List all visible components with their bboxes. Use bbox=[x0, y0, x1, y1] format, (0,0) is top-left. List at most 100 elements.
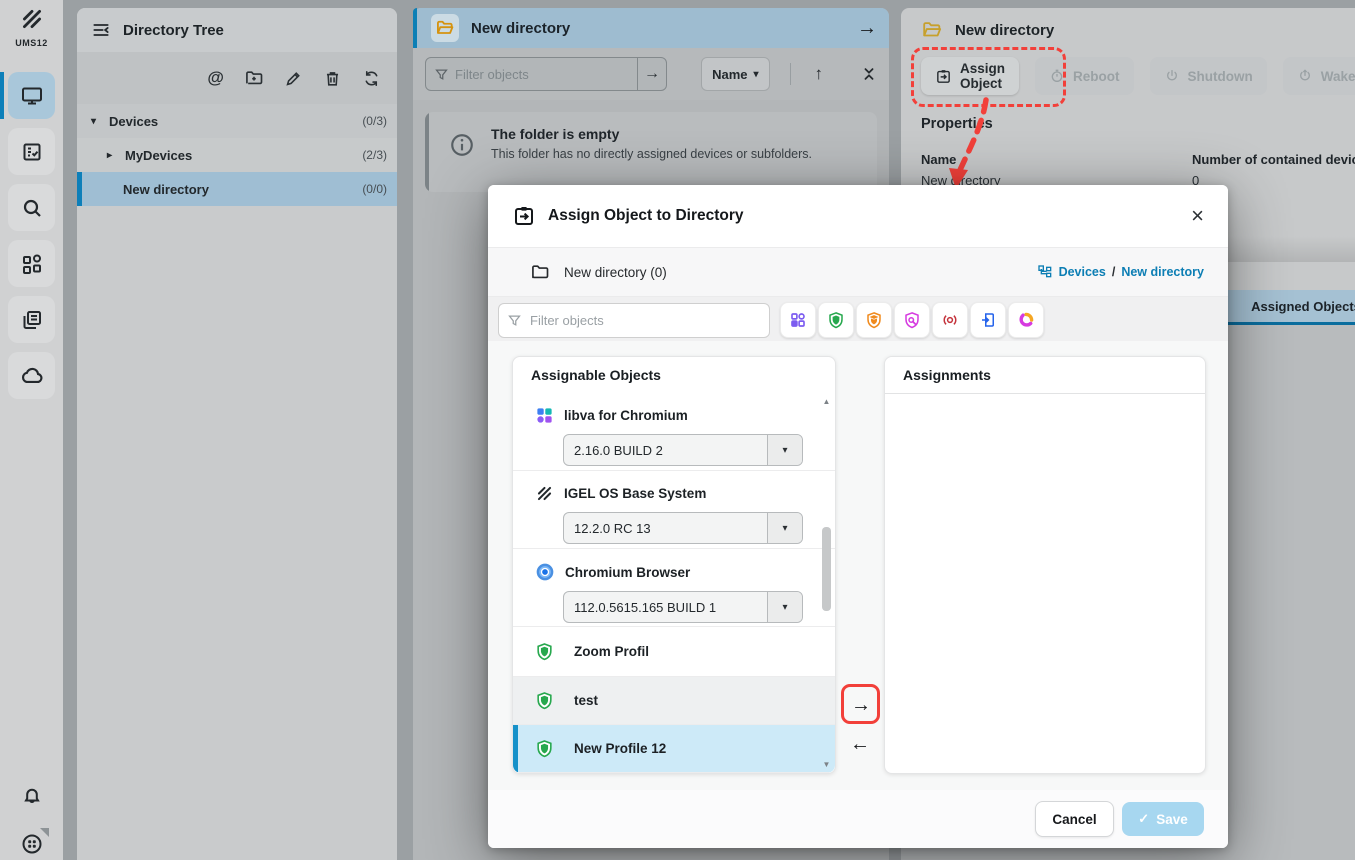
delete-icon[interactable] bbox=[323, 69, 342, 88]
caret-down-icon: ▾ bbox=[767, 513, 802, 543]
app-logo-label: UMS12 bbox=[0, 38, 63, 48]
selected-indicator bbox=[77, 172, 82, 206]
refresh-icon[interactable] bbox=[362, 69, 381, 88]
unassign-arrow-button[interactable]: ← bbox=[850, 734, 870, 754]
tooltip-pointer bbox=[40, 828, 49, 837]
collapse-all-icon[interactable] bbox=[861, 66, 877, 82]
rail-item-jobs[interactable] bbox=[8, 128, 55, 175]
filter-firmware-customizations-button[interactable] bbox=[932, 302, 968, 338]
rail-item-cloud[interactable] bbox=[8, 352, 55, 399]
target-directory: New directory (0) bbox=[530, 262, 667, 282]
caret-down-icon: ▾ bbox=[754, 69, 759, 80]
dialog-subheader: New directory (0) Devices / New director… bbox=[488, 247, 1228, 297]
cancel-label: Cancel bbox=[1052, 812, 1096, 827]
filter-master-profiles-button[interactable] bbox=[894, 302, 930, 338]
list-item-igel-os[interactable]: IGEL OS Base System 12.2.0 RC 13 ▾ bbox=[513, 471, 835, 549]
version-select[interactable]: 12.2.0 RC 13 ▾ bbox=[563, 512, 803, 544]
assign-object-button[interactable]: Assign Object bbox=[921, 57, 1019, 95]
notice-accent-bar bbox=[425, 112, 429, 192]
content-filter-input[interactable] bbox=[449, 67, 637, 82]
tree-node-count: (2/3) bbox=[362, 148, 387, 162]
pages-icon bbox=[20, 308, 44, 332]
filter-profiles-button[interactable] bbox=[818, 302, 854, 338]
rail-item-devices[interactable] bbox=[8, 72, 55, 119]
rail-item-configurations[interactable] bbox=[8, 296, 55, 343]
collapse-sidebar-icon[interactable] bbox=[91, 20, 111, 40]
check-icon: ✓ bbox=[1138, 811, 1149, 827]
breadcrumb-current[interactable]: New directory bbox=[1121, 265, 1204, 279]
assign-arrow-button[interactable]: → bbox=[851, 695, 871, 715]
notifications-button[interactable] bbox=[0, 784, 63, 808]
save-button[interactable]: ✓ Save bbox=[1122, 802, 1204, 836]
caret-right-icon[interactable]: ▸ bbox=[107, 150, 117, 161]
folder-icon bbox=[921, 19, 943, 41]
assignable-objects-title: Assignable Objects bbox=[513, 357, 835, 394]
reboot-icon bbox=[1049, 68, 1065, 84]
filter-files-button[interactable] bbox=[970, 302, 1006, 338]
list-item-zoom-profil[interactable]: Zoom Profil bbox=[513, 627, 835, 677]
tree-node-mydevices[interactable]: ▸ MyDevices (2/3) bbox=[77, 138, 397, 172]
libva-app-icon bbox=[535, 406, 554, 425]
wake-button[interactable]: Wake bbox=[1283, 57, 1355, 95]
tree-node-new-directory[interactable]: New directory (0/0) bbox=[77, 172, 397, 206]
apply-filter-arrow-icon[interactable]: → bbox=[637, 58, 666, 90]
sort-by-button[interactable]: Name ▾ bbox=[701, 57, 769, 91]
filter-priority-profiles-button[interactable] bbox=[856, 302, 892, 338]
breadcrumb-separator: / bbox=[1112, 265, 1115, 279]
rail-item-search[interactable] bbox=[8, 184, 55, 231]
content-panel-header: New directory → bbox=[413, 8, 889, 48]
caret-down-icon[interactable]: ▾ bbox=[91, 116, 101, 127]
profile-shield-icon bbox=[535, 642, 554, 661]
tab-assigned-objects-label: Assigned Objects bbox=[1251, 299, 1355, 314]
filter-apps-button[interactable] bbox=[780, 302, 816, 338]
tree-node-devices[interactable]: ▾ Devices (0/3) bbox=[77, 104, 397, 138]
edit-icon[interactable] bbox=[284, 69, 303, 88]
object-name: libva for Chromium bbox=[564, 408, 688, 423]
directory-tree-toolbar: @ bbox=[77, 52, 397, 104]
list-scrollbar[interactable]: ▲ ▼ bbox=[820, 395, 833, 771]
list-item-test[interactable]: test bbox=[513, 677, 835, 725]
version-select[interactable]: 112.0.5615.165 BUILD 1 ▾ bbox=[563, 591, 803, 623]
scroll-down-icon[interactable]: ▼ bbox=[820, 760, 833, 769]
scroll-up-icon[interactable]: ▲ bbox=[820, 397, 833, 406]
list-item-chromium[interactable]: Chromium Browser 112.0.5615.165 BUILD 1 … bbox=[513, 549, 835, 627]
apps-icon bbox=[789, 311, 807, 329]
cancel-button[interactable]: Cancel bbox=[1035, 801, 1114, 837]
empty-folder-title: The folder is empty bbox=[491, 126, 812, 142]
property-name: Name New directory bbox=[921, 152, 1000, 188]
target-directory-label: New directory (0) bbox=[564, 265, 667, 280]
folder-plus-icon[interactable] bbox=[244, 68, 264, 88]
list-item-libva[interactable]: libva for Chromium 2.16.0 BUILD 2 ▾ bbox=[513, 393, 835, 471]
sort-direction-icon[interactable]: ↑ bbox=[815, 64, 824, 84]
detail-actions: Assign Object Reboot Shutdown Wake bbox=[901, 52, 1355, 100]
version-value: 2.16.0 BUILD 2 bbox=[564, 443, 767, 458]
breadcrumb-root[interactable]: Devices bbox=[1059, 265, 1106, 279]
tree-node-label: MyDevices bbox=[125, 148, 192, 163]
support-button[interactable] bbox=[0, 832, 63, 856]
content-panel-title: New directory bbox=[471, 20, 570, 37]
selected-indicator bbox=[513, 725, 518, 772]
content-filter: → bbox=[425, 57, 667, 91]
object-name: test bbox=[574, 693, 598, 708]
open-detail-arrow-icon[interactable]: → bbox=[857, 17, 877, 40]
scrollbar-thumb[interactable] bbox=[822, 527, 831, 611]
active-panel-indicator bbox=[413, 8, 417, 48]
tree-node-count: (0/0) bbox=[362, 182, 387, 196]
caret-down-icon: ▾ bbox=[767, 435, 802, 465]
igel-logo-icon bbox=[19, 6, 45, 32]
reboot-button[interactable]: Reboot bbox=[1035, 57, 1134, 95]
igel-logo-icon bbox=[535, 484, 554, 503]
object-type-filters bbox=[780, 302, 1044, 338]
rail-item-apps[interactable] bbox=[8, 240, 55, 287]
file-transfer-icon bbox=[979, 311, 997, 329]
shutdown-button[interactable]: Shutdown bbox=[1150, 57, 1267, 95]
shutdown-label: Shutdown bbox=[1188, 69, 1253, 84]
filter-template-keys-button[interactable] bbox=[1008, 302, 1044, 338]
list-item-new-profile-12[interactable]: New Profile 12 bbox=[513, 725, 835, 773]
mention-icon[interactable]: @ bbox=[207, 68, 224, 88]
breadcrumb: Devices / New directory bbox=[1037, 264, 1204, 280]
search-icon bbox=[20, 196, 44, 220]
version-select[interactable]: 2.16.0 BUILD 2 ▾ bbox=[563, 434, 803, 466]
dialog-filter-input[interactable] bbox=[528, 312, 761, 329]
close-icon[interactable]: × bbox=[1191, 205, 1204, 227]
